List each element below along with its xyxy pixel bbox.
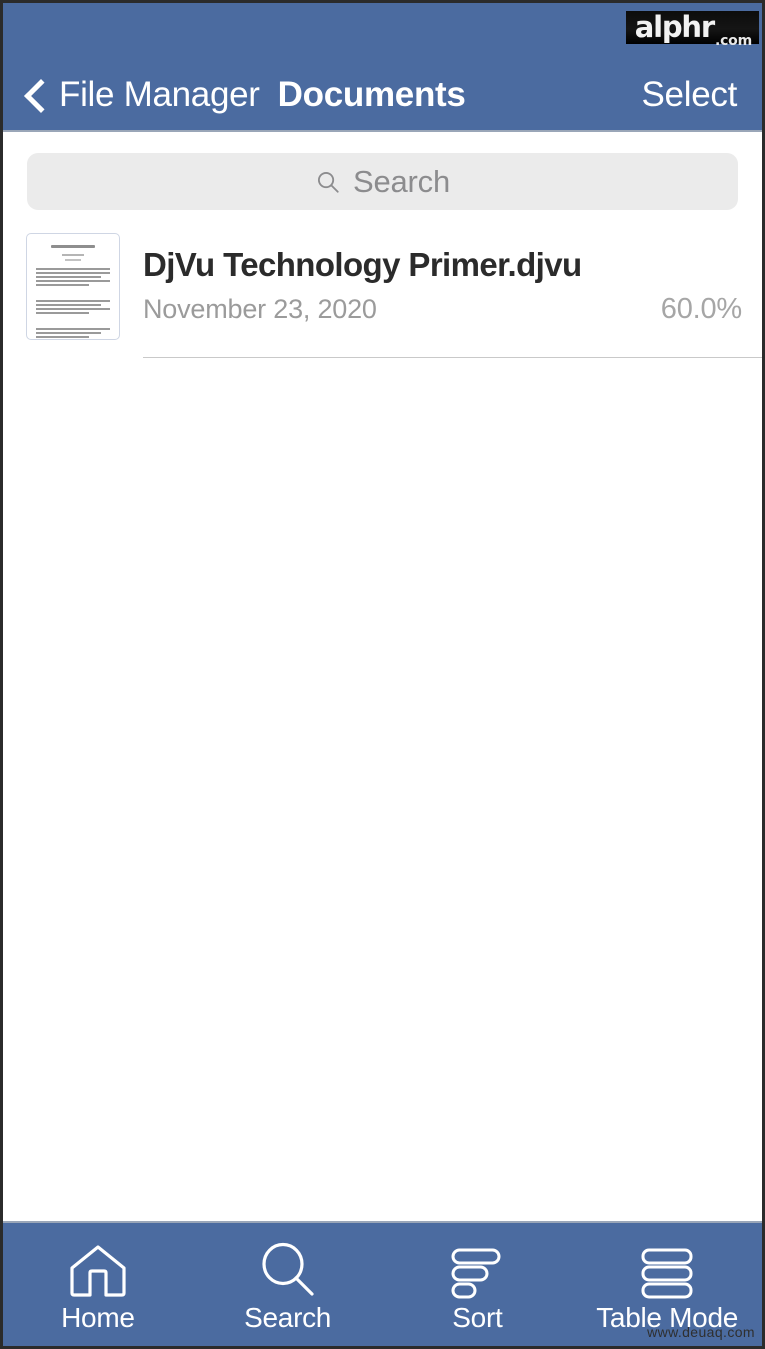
tab-search-label: Search [244, 1301, 332, 1333]
select-button[interactable]: Select [642, 75, 738, 115]
thumbnail-page-preview [36, 245, 110, 338]
table-mode-icon-wrap [639, 1242, 695, 1300]
tab-sort-label: Sort [452, 1301, 503, 1333]
home-icon-wrap [67, 1242, 129, 1300]
search-input[interactable]: Search [27, 153, 738, 210]
list-item[interactable]: DjVu Technology Primer.djvu November 23,… [3, 215, 762, 358]
watermark-brand: alphr [634, 10, 715, 44]
sort-icon-wrap [449, 1242, 505, 1300]
file-name: DjVu Technology Primer.djvu [143, 247, 582, 284]
tab-sort[interactable]: Sort [383, 1223, 573, 1346]
search-bar-container: Search [3, 132, 762, 210]
file-subrow: November 23, 2020 60.0% [143, 293, 742, 326]
search-placeholder: Search [352, 163, 451, 199]
watermark-tld: .com [714, 33, 752, 49]
deuaq-watermark: www.deuaq.com [647, 1324, 755, 1340]
tab-search[interactable]: Search [193, 1223, 383, 1346]
tab-home-label: Home [61, 1301, 135, 1333]
back-button[interactable]: File Manager [25, 75, 260, 115]
document-thumbnail [26, 233, 120, 340]
chevron-left-icon [25, 75, 47, 115]
file-date: November 23, 2020 [143, 293, 377, 324]
file-list[interactable]: DjVu Technology Primer.djvu November 23,… [3, 215, 762, 1221]
search-icon [317, 171, 339, 193]
alphr-watermark: alphr .com [625, 10, 759, 48]
sort-icon [451, 1248, 501, 1298]
search-icon [262, 1242, 314, 1296]
tab-home[interactable]: Home [3, 1223, 193, 1346]
search-icon-wrap [258, 1242, 318, 1300]
table-mode-icon [641, 1248, 693, 1298]
page-title: Documents [277, 75, 466, 114]
navigation-row: File Manager Documents Select [3, 61, 762, 129]
back-button-label: File Manager [59, 75, 260, 114]
file-progress: 60.0% [660, 292, 742, 325]
app-screen: File Manager Documents Select alphr .com… [0, 0, 765, 1349]
home-icon [70, 1244, 126, 1297]
file-details: DjVu Technology Primer.djvu November 23,… [143, 247, 762, 325]
